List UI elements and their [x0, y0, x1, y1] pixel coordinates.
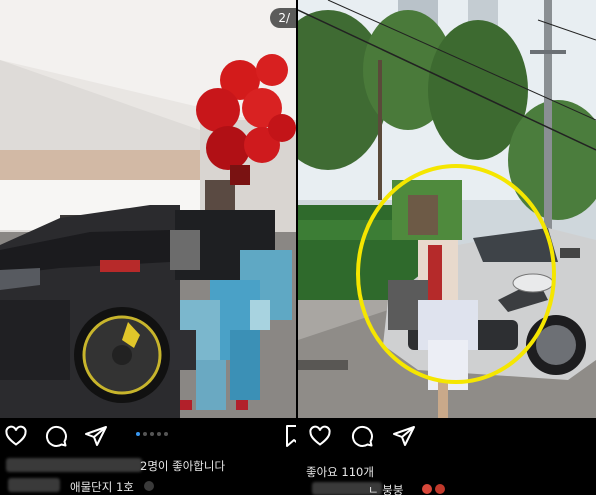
blurred-username	[8, 478, 60, 492]
heart-icon[interactable]	[4, 424, 28, 448]
emoji-icon	[422, 484, 432, 494]
share-icon[interactable]	[84, 424, 108, 448]
post-caption: 애물단지 1호	[70, 480, 134, 494]
carousel-dot	[143, 432, 147, 436]
right-post-actions	[298, 420, 596, 454]
right-post: 좋아요 110개 ㄴ 붕붕	[298, 0, 596, 495]
comment-icon[interactable]	[44, 424, 68, 448]
carousel-dot-active	[136, 432, 140, 436]
heart-emoji-icon	[144, 481, 154, 491]
carousel-dot	[157, 432, 161, 436]
post-caption: ㄴ 붕붕	[368, 483, 404, 495]
right-post-photo[interactable]	[298, 0, 596, 418]
carousel-dot	[164, 432, 168, 436]
share-icon[interactable]	[392, 424, 416, 448]
carousel-dot	[150, 432, 154, 436]
carousel-dots	[136, 432, 168, 436]
left-post-photo[interactable]: 2/	[0, 0, 296, 418]
heart-icon[interactable]	[308, 424, 332, 448]
blurred-liker-avatars	[6, 458, 142, 472]
left-post-actions	[0, 420, 296, 454]
bookmark-icon[interactable]	[282, 424, 296, 448]
comment-icon[interactable]	[350, 424, 374, 448]
likes-count: 좋아요 110개	[306, 465, 374, 479]
carousel-page-badge: 2/	[270, 8, 296, 28]
left-post: 2/ 2명이 좋아합니다 애물단지 1호	[0, 0, 296, 495]
likes-count: 2명이 좋아합니다	[140, 459, 226, 473]
emoji-icon	[435, 484, 445, 494]
